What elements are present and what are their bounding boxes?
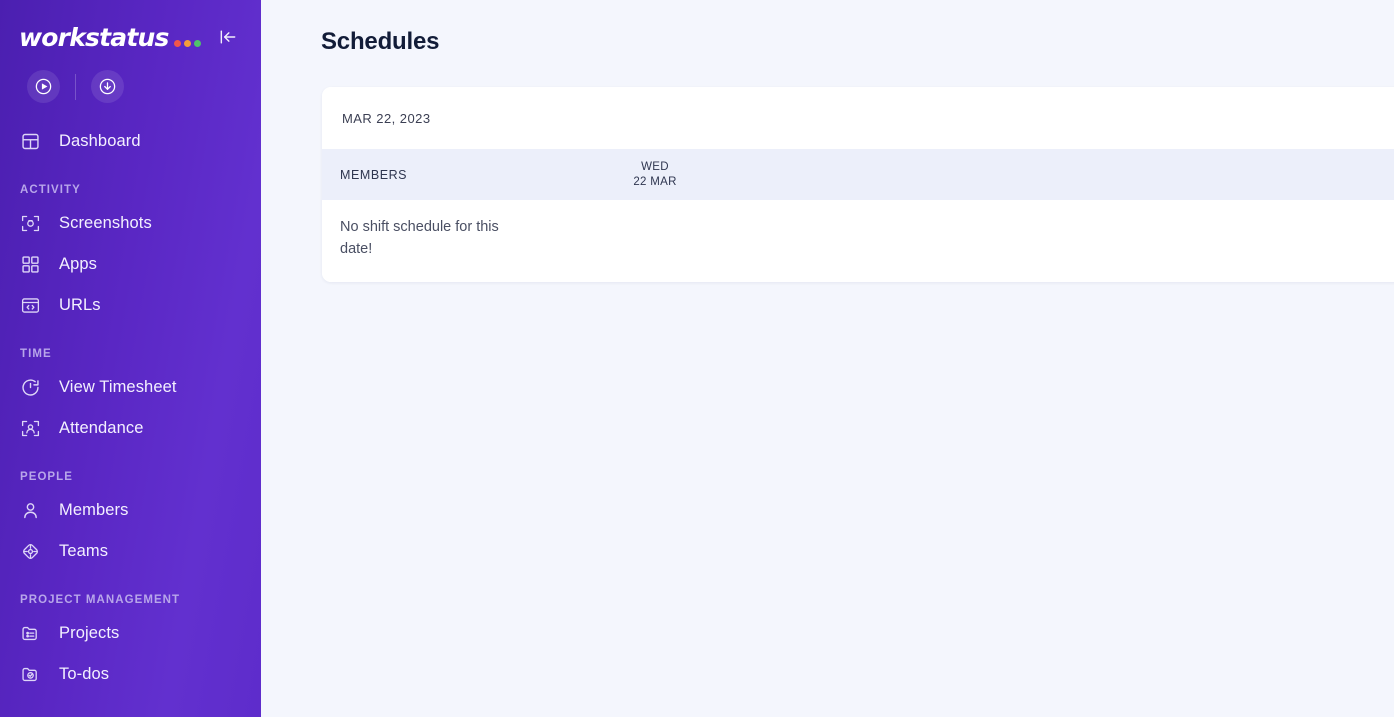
sidebar-item-projects[interactable]: Projects [0,613,261,654]
sidebar-item-label: Apps [59,255,98,273]
sidebar-section-activity: ACTIVITY [20,184,81,196]
timer-icon [19,376,42,399]
collapse-sidebar-icon[interactable] [215,24,241,50]
teams-node-icon [19,540,42,563]
grid-apps-icon [19,253,42,276]
sidebar-item-teams[interactable]: Teams [0,531,261,572]
browser-code-icon [19,294,42,317]
sidebar-item-to-dos[interactable]: To-dos [0,654,261,695]
folder-check-icon [19,663,42,686]
user-icon [19,499,42,522]
sidebar-item-label: Members [59,501,129,519]
layout-dashboard-icon [19,130,42,153]
sidebar-item-urls[interactable]: URLs [0,285,261,326]
download-button[interactable] [91,70,124,103]
schedule-date-label: MAR 22, 2023 [322,87,1394,149]
sidebar-item-label: Screenshots [59,214,152,232]
schedule-table-header: MEMBERS WED 22 MAR [322,149,1394,200]
sidebar-item-view-timesheet[interactable]: View Timesheet [0,367,261,408]
sidebar-item-members[interactable]: Members [0,490,261,531]
sidebar-navigation: Dashboard ACTIVITY Screenshots Apps URLs… [0,113,261,695]
logo-dot-orange [183,39,191,47]
column-date: 22 MAR [633,175,677,188]
logo-dots-icon [173,39,201,50]
column-header-day[interactable]: WED 22 MAR [580,160,730,190]
play-circle-icon [35,78,52,95]
logo-dot-red [173,39,181,47]
sidebar-section-people: PEOPLE [20,471,73,483]
face-scan-icon [19,417,42,440]
main-content: Schedules MAR 22, 2023 MEMBERS WED 22 MA… [261,0,1394,717]
sidebar-item-label: URLs [59,296,101,314]
sidebar-item-apps[interactable]: Apps [0,244,261,285]
column-weekday: WED [641,160,669,173]
screenshot-icon [19,212,42,235]
sidebar-item-label: Dashboard [59,132,141,150]
sidebar-item-label: Teams [59,542,109,560]
sidebar-item-label: To-dos [59,665,110,683]
sidebar-section-project-management: PROJECT MANAGEMENT [20,594,181,606]
schedule-empty-row: No shift schedule for this date! [322,200,1394,282]
sidebar-header: workstatus [0,0,261,56]
sidebar-item-label: Projects [59,624,120,642]
sidebar-item-dashboard[interactable]: Dashboard [0,121,261,162]
logo-text: workstatus [19,22,169,52]
sidebar-item-label: Attendance [59,419,144,437]
sidebar: workstatus Dashboard ACTIVITY Screenshot… [0,0,261,717]
page-title: Schedules [321,28,440,55]
folder-list-icon [19,622,42,645]
app-root: workstatus Dashboard ACTIVITY Screenshot… [0,0,1394,717]
download-circle-icon [99,78,116,95]
schedule-card: MAR 22, 2023 MEMBERS WED 22 MAR No shift… [322,87,1394,282]
quick-actions-divider [75,73,76,100]
app-logo[interactable]: workstatus [19,25,201,50]
empty-state-message: No shift schedule for this date! [340,219,499,257]
sidebar-section-time: TIME [20,348,52,360]
sidebar-quick-actions [0,56,261,113]
column-header-members: MEMBERS [340,167,408,182]
sidebar-item-attendance[interactable]: Attendance [0,408,261,449]
sidebar-item-screenshots[interactable]: Screenshots [0,203,261,244]
logo-dot-green [193,39,201,47]
start-timer-button[interactable] [27,70,60,103]
sidebar-item-label: View Timesheet [59,378,177,396]
